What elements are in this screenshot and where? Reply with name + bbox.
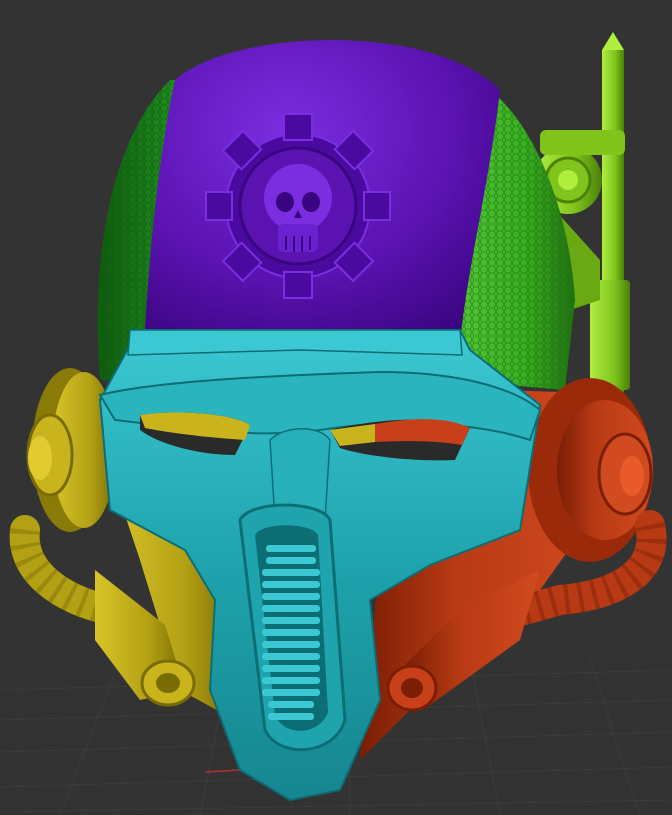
vent-slat: [262, 581, 320, 588]
3d-viewport[interactable]: [0, 0, 672, 815]
vent-slat: [262, 629, 320, 636]
skull-cog-icon: [205, 113, 391, 299]
vent-slat: [268, 713, 314, 720]
vent-slat: [262, 617, 320, 624]
vent-slat: [262, 641, 320, 648]
vent-slat: [268, 701, 314, 708]
vent-slat: [262, 605, 320, 612]
vent-slat: [262, 677, 320, 684]
vent-slat: [262, 593, 320, 600]
helmet-render: [0, 32, 672, 815]
right-ear-unit: [528, 378, 653, 562]
vent-slat: [266, 545, 316, 552]
vent-grille: [262, 545, 320, 720]
vent-slat: [262, 665, 320, 672]
vent-slat: [262, 689, 320, 696]
axis-marker: [204, 769, 241, 773]
vent-slat: [262, 569, 320, 576]
vent-slat: [266, 557, 316, 564]
left-ear-unit: [26, 368, 116, 532]
vent-slat: [262, 653, 320, 660]
